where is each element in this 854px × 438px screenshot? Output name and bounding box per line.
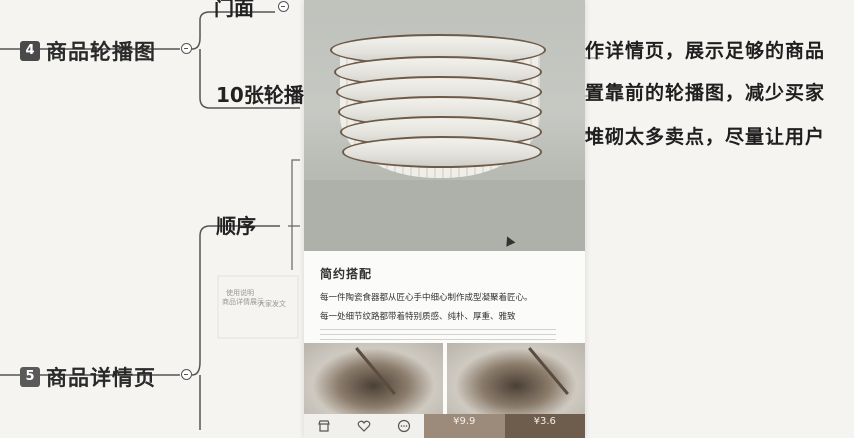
product-photo bbox=[304, 343, 443, 414]
purchase-bar: ¥9.9 ¥3.6 bbox=[304, 414, 585, 438]
collapse-toggle-icon[interactable] bbox=[181, 43, 192, 54]
node-number-badge: 4 bbox=[20, 41, 40, 61]
product-hero-image bbox=[304, 0, 585, 251]
buy-group-button[interactable]: ¥3.6 bbox=[504, 414, 585, 438]
node-label: 商品轮播图 bbox=[46, 40, 156, 64]
collapse-toggle-icon[interactable] bbox=[181, 369, 192, 380]
heart-icon[interactable] bbox=[344, 414, 384, 438]
node-number-badge: 5 bbox=[20, 367, 40, 387]
product-photo bbox=[446, 343, 585, 414]
description-line: 每一处细节纹路都带着特别质感、纯朴、厚重、雅致 bbox=[320, 312, 516, 322]
thumbnail-caption: 使用说明 bbox=[226, 289, 254, 297]
mindmap-leaf-line[interactable]: 置靠前的轮播图，减少买家 bbox=[585, 78, 825, 105]
buy-single-button[interactable]: ¥9.9 bbox=[424, 414, 505, 438]
price-label: ¥3.6 bbox=[533, 416, 556, 427]
price-label: ¥9.9 bbox=[453, 416, 476, 427]
mindmap-node-storefront[interactable]: 门面 bbox=[214, 0, 254, 21]
shop-icon[interactable] bbox=[304, 414, 344, 438]
product-photo-row bbox=[304, 343, 585, 414]
description-title: 简约搭配 bbox=[320, 267, 373, 281]
bowl-rim bbox=[342, 136, 542, 168]
description-line: 每一件陶瓷食器都从匠心手中细心制作成型凝聚着匠心。 bbox=[320, 293, 533, 303]
product-detail-preview: 简约搭配 每一件陶瓷食器都从匠心手中细心制作成型凝聚着匠心。 每一处细节纹路都带… bbox=[304, 0, 585, 438]
table-surface bbox=[304, 180, 585, 251]
mindmap-node-carousel[interactable]: 4 商品轮播图 bbox=[20, 36, 156, 66]
mindmap-leaf-line[interactable]: 堆砌太多卖点，尽量让用户 bbox=[585, 122, 825, 149]
product-description: 简约搭配 每一件陶瓷食器都从匠心手中细心制作成型凝聚着匠心。 每一处细节纹路都带… bbox=[304, 251, 585, 343]
mindmap-node-carousel-count[interactable]: 10张轮播 bbox=[216, 79, 304, 108]
node-label: 商品详情页 bbox=[46, 366, 156, 390]
mindmap-node-order[interactable]: 顺序 bbox=[216, 210, 256, 239]
mindmap-node-detail-page[interactable]: 5 商品详情页 bbox=[20, 362, 156, 392]
mindmap-leaf-line[interactable]: 作详情页，展示足够的商品 bbox=[585, 36, 825, 63]
thumbnail-caption: 大家发文 bbox=[258, 300, 286, 308]
collapse-toggle-icon[interactable] bbox=[278, 1, 289, 12]
chat-icon[interactable] bbox=[384, 414, 424, 438]
description-fine-print bbox=[320, 329, 556, 341]
screenshot-stage: 门面 4 商品轮播图 10张轮播 作详情页，展示足够的商品 置靠前的轮播图，减少… bbox=[0, 0, 854, 438]
